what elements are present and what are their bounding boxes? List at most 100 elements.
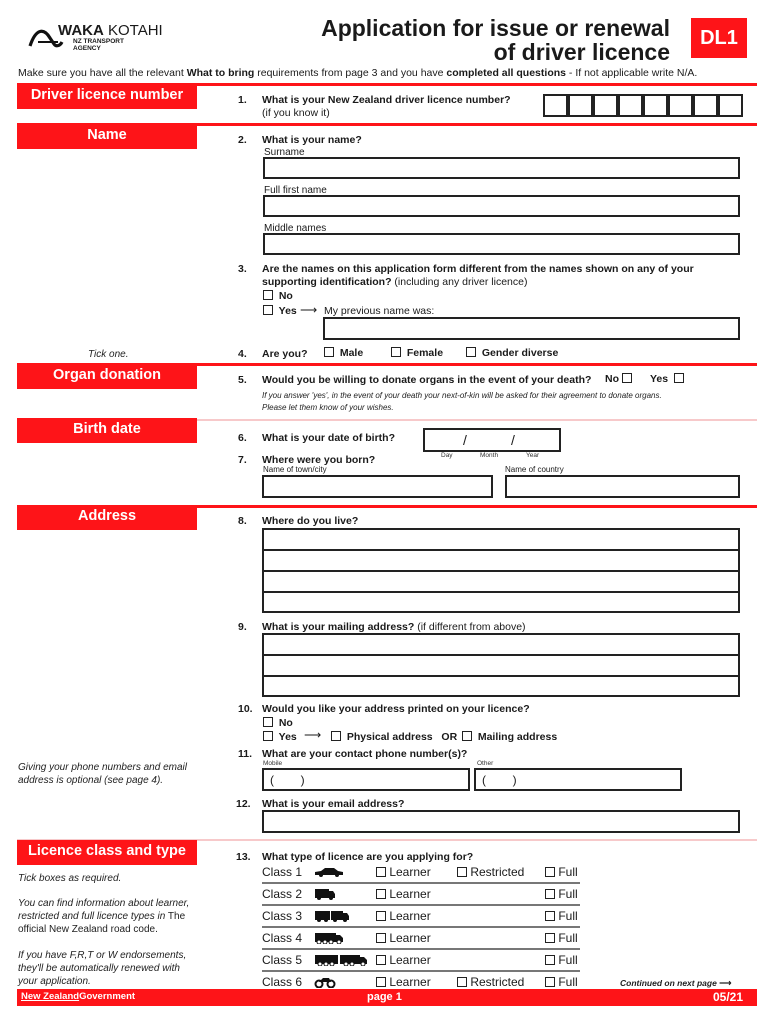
surname-input[interactable] [263,157,740,179]
residential-address-line-2[interactable] [262,549,740,572]
q10-text: Would you like your address printed on y… [262,703,530,715]
checkbox[interactable] [391,347,401,357]
checkbox[interactable] [621,373,632,383]
first-name-input[interactable] [263,195,740,217]
checkbox[interactable] [545,867,555,877]
checkbox[interactable] [376,955,386,965]
checkbox[interactable] [457,867,467,877]
full-option[interactable]: Full [545,909,578,923]
gender-female-option[interactable]: Female [391,347,443,359]
learner-option-label: Learner [386,931,431,945]
licence-info-note: You can find information about learner, … [18,897,198,936]
organ-no-option[interactable]: No [605,373,632,385]
residential-address-line-1[interactable] [262,528,740,551]
q11-number: 11. [238,748,253,760]
full-option[interactable]: Full [545,887,578,901]
endorsements-note: If you have F,R,T or W endorsements, the… [18,950,187,987]
birth-town-input[interactable] [262,475,493,498]
learner-option[interactable]: Learner [376,975,431,989]
email-input[interactable] [262,810,740,833]
q3-yes-option[interactable]: Yes [263,305,297,317]
licence-digit-box[interactable] [593,94,618,117]
learner-option[interactable]: Learner [376,953,431,967]
checkbox[interactable] [462,731,472,741]
mailing-address-option[interactable]: Mailing address [462,731,557,743]
checkbox[interactable] [673,373,684,383]
learner-option[interactable]: Learner [376,931,431,945]
learner-option-label: Learner [386,975,431,989]
previous-name-input[interactable] [323,317,740,340]
birth-country-input[interactable] [505,475,740,498]
mailing-address-line-1[interactable] [262,633,740,656]
q3-no-option[interactable]: No [263,290,293,302]
full-option[interactable]: Full [545,865,578,879]
gender-male-option[interactable]: Male [324,347,363,359]
checkbox[interactable] [457,977,467,987]
checkbox[interactable] [263,305,273,315]
address-print-no-option[interactable]: No [263,717,293,729]
instruction-text: Make sure you have all the relevant What… [18,67,697,79]
checkbox[interactable] [263,290,273,300]
learner-option[interactable]: Learner [376,909,431,923]
mailing-address-line-2[interactable] [262,654,740,677]
q3-text-2-note: (including any driver licence) [391,276,528,288]
checkbox[interactable] [545,977,555,987]
licence-class-row: Class 3 Learner Full [262,906,580,928]
licence-digit-box[interactable] [718,94,743,117]
arrow-right-icon: ⟶ [304,728,322,742]
residential-address-line-4[interactable] [262,591,740,613]
restricted-option[interactable]: Restricted [457,865,524,879]
licence-class-label: Class 4 [262,931,303,945]
middle-names-input[interactable] [263,233,740,255]
date-of-birth-input[interactable]: / / [423,428,561,452]
licence-digit-box[interactable] [693,94,718,117]
checkbox[interactable] [263,717,273,727]
mailing-address-label: Mailing address [477,731,558,743]
licence-digit-box[interactable] [543,94,568,117]
residential-address-line-3[interactable] [262,570,740,593]
licence-digit-box[interactable] [668,94,693,117]
gender-diverse-label: Gender diverse [481,347,559,359]
mobile-label: Mobile [263,760,283,767]
full-option[interactable]: Full [545,931,578,945]
checkbox[interactable] [545,955,555,965]
checkbox[interactable] [263,731,273,741]
organ-no-label: No [605,373,619,385]
licence-digit-box[interactable] [568,94,593,117]
nz-government-link[interactable]: New Zealand [21,991,79,1002]
checkbox[interactable] [331,731,341,741]
checkbox[interactable] [376,933,386,943]
checkbox[interactable] [376,889,386,899]
full-option-label: Full [555,909,578,923]
learner-option[interactable]: Learner [376,865,431,879]
mailing-address-line-3[interactable] [262,675,740,697]
restricted-option[interactable]: Restricted [457,975,524,989]
licence-digit-box[interactable] [643,94,668,117]
checkbox[interactable] [324,347,334,357]
mobile-phone-input[interactable]: ( ) [262,768,470,791]
organ-yes-option[interactable]: Yes [650,373,684,385]
checkbox[interactable] [376,911,386,921]
form-version: 05/21 [712,990,743,1004]
full-option[interactable]: Full [545,953,578,967]
physical-address-option[interactable]: Physical address OR [331,731,457,743]
organ-yes-label: Yes [650,373,669,385]
learner-option[interactable]: Learner [376,887,431,901]
car-icon [314,866,344,880]
section-name: Name [17,124,197,149]
month-label: Month [480,452,499,459]
checkbox[interactable] [545,911,555,921]
checkbox[interactable] [376,867,386,877]
full-option[interactable]: Full [545,975,578,989]
checkbox[interactable] [376,977,386,987]
other-phone-input[interactable]: ( ) [474,768,682,791]
gender-diverse-option[interactable]: Gender diverse [466,347,558,359]
checkbox[interactable] [545,889,555,899]
q9-text: What is your mailing address? (if differ… [262,621,526,633]
address-print-yes-option[interactable]: Yes [263,731,297,743]
day-label: Day [441,452,453,459]
licence-info-italic: You can find information about learner, … [18,898,190,922]
licence-digit-box[interactable] [618,94,643,117]
checkbox[interactable] [545,933,555,943]
checkbox[interactable] [466,347,476,357]
